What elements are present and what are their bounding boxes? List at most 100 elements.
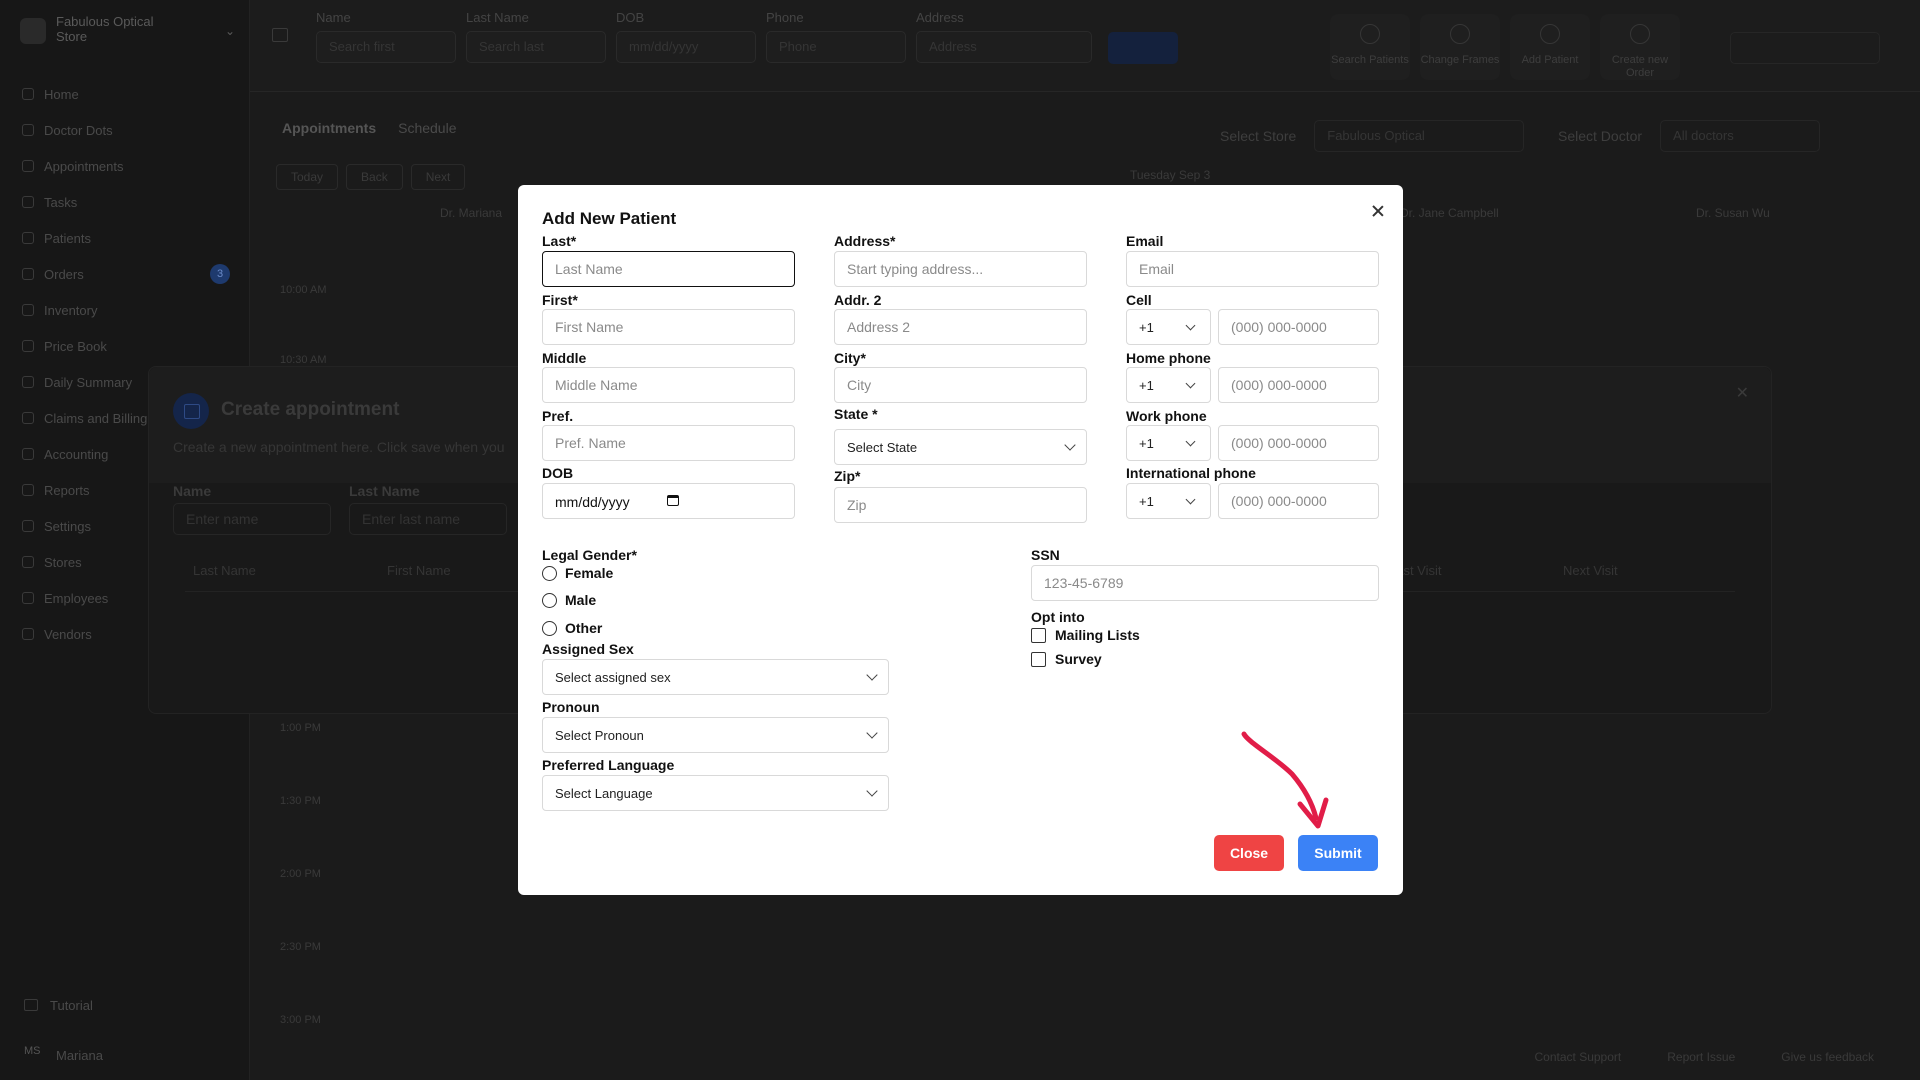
close-icon[interactable]: [1368, 201, 1388, 221]
select-store-dropdown[interactable]: Fabulous Optical: [1314, 120, 1525, 152]
select-doctor-dropdown[interactable]: All doctors: [1660, 120, 1821, 152]
radio-button[interactable]: [542, 592, 557, 608]
zip-input[interactable]: [834, 487, 1087, 523]
gender-option-female[interactable]: Female: [542, 565, 613, 581]
cell-country-code[interactable]: +1: [1126, 309, 1211, 345]
glasses-icon: [1450, 24, 1470, 44]
address-input[interactable]: [834, 251, 1087, 287]
assigned-sex-select[interactable]: Select assigned sex: [542, 659, 889, 695]
feedback-link[interactable]: Give us feedback: [1781, 1050, 1874, 1064]
search-patients-button[interactable]: Search Patients: [1330, 14, 1410, 80]
city-input[interactable]: [834, 367, 1087, 403]
store-selector[interactable]: Fabulous Optical Store ⌄: [20, 14, 235, 50]
store-sub: Store: [56, 29, 88, 44]
next-button[interactable]: Next: [410, 164, 466, 190]
work-phone-input[interactable]: [1218, 425, 1379, 461]
vendors-icon: [22, 628, 34, 640]
email-input[interactable]: [1126, 251, 1379, 287]
top-right-field[interactable]: [1730, 32, 1880, 64]
pref-name-input[interactable]: [542, 425, 795, 461]
state-select-value: Select State: [847, 439, 918, 455]
user-icon: [22, 232, 34, 244]
annotation-arrow-icon: [1241, 731, 1329, 829]
international-country-code[interactable]: +1: [1126, 483, 1211, 519]
sidebar-item-orders[interactable]: Orders 3: [14, 256, 244, 292]
sidebar-item-appointments[interactable]: Appointments: [14, 148, 244, 184]
time-slot: 2:30 PM: [280, 941, 321, 953]
gender-option-male[interactable]: Male: [542, 592, 596, 608]
tab-schedule[interactable]: Schedule: [398, 120, 456, 136]
home-phone-input[interactable]: [1218, 367, 1379, 403]
day-buttons: Today Back Next: [276, 164, 466, 190]
back-button[interactable]: Back: [346, 164, 403, 190]
gender-option-other[interactable]: Other: [542, 620, 602, 636]
doctor-column-2: Dr. Jane Campbell: [1400, 206, 1499, 220]
international-phone-input[interactable]: [1218, 483, 1379, 519]
time-slot: 10:30 AM: [280, 354, 327, 366]
chevron-down-icon: [1185, 320, 1196, 331]
contact-support-link[interactable]: Contact Support: [1535, 1050, 1622, 1064]
tab-appointments[interactable]: Appointments: [282, 120, 376, 136]
opt-survey[interactable]: Survey: [1031, 651, 1102, 667]
submit-button[interactable]: Submit: [1298, 835, 1378, 871]
ssn-input[interactable]: [1031, 565, 1379, 601]
pronoun-select[interactable]: Select Pronoun: [542, 717, 889, 753]
close-button[interactable]: Close: [1214, 835, 1284, 871]
sidebar-item-inventory[interactable]: Inventory: [14, 292, 244, 328]
sidebar-item-tasks[interactable]: Tasks: [14, 184, 244, 220]
cell-phone-input[interactable]: [1218, 309, 1379, 345]
address-2-label: Addr. 2: [834, 292, 882, 308]
chevron-down-icon: [866, 785, 878, 797]
filter-name-input[interactable]: Search first: [316, 31, 456, 63]
dob-input[interactable]: mm/dd/yyyy: [542, 483, 795, 519]
checkbox[interactable]: [1031, 651, 1046, 667]
last-name-input[interactable]: [542, 251, 795, 287]
user-menu[interactable]: MS Mariana: [24, 1030, 234, 1080]
sidebar-item-home[interactable]: Home: [14, 76, 244, 112]
filter-dob-input[interactable]: mm/dd/yyyy: [616, 31, 756, 63]
report-issue-link[interactable]: Report Issue: [1667, 1050, 1735, 1064]
create-order-button[interactable]: Create new Order: [1600, 14, 1680, 80]
appointment-name-input[interactable]: Enter name: [173, 503, 331, 535]
middle-name-input[interactable]: [542, 367, 795, 403]
search-button[interactable]: [1108, 32, 1178, 64]
calendar-icon[interactable]: [667, 495, 679, 506]
filter-address: Address Address: [916, 10, 1092, 63]
filter-last-input[interactable]: Search last: [466, 31, 606, 63]
radio-button[interactable]: [542, 620, 557, 636]
store-logo-icon: [20, 18, 46, 44]
sidebar-item-price-book[interactable]: Price Book: [14, 328, 244, 364]
tutorial-link[interactable]: Tutorial: [24, 980, 234, 1030]
filter-address-input[interactable]: Address: [916, 31, 1092, 63]
filter-phone-input[interactable]: Phone: [766, 31, 906, 63]
appointment-last-input[interactable]: Enter last name: [349, 503, 507, 535]
cart-icon: [22, 268, 34, 280]
doctor-column-1: Dr. Mariana: [440, 206, 503, 220]
preferred-language-select[interactable]: Select Language: [542, 775, 889, 811]
change-frames-button[interactable]: Change Frames: [1420, 14, 1500, 80]
opt-mailing-lists[interactable]: Mailing Lists: [1031, 627, 1140, 643]
sidebar-item-patients[interactable]: Patients: [14, 220, 244, 256]
chevron-down-icon: [1064, 439, 1076, 451]
main-tabs: Appointments Schedule: [282, 120, 457, 136]
close-icon[interactable]: ✕: [1736, 383, 1749, 403]
radio-button[interactable]: [542, 565, 557, 581]
state-select[interactable]: Select State: [834, 429, 1087, 465]
appointment-name-label: Name: [173, 483, 212, 499]
home-country-code[interactable]: +1: [1126, 367, 1211, 403]
appointment-dialog-title: Create appointment: [221, 399, 400, 420]
avatar: MS: [24, 1045, 41, 1057]
sidebar-toggle-icon[interactable]: [272, 28, 288, 42]
today-button[interactable]: Today: [276, 164, 339, 190]
add-patient-button[interactable]: Add Patient: [1510, 14, 1590, 80]
assigned-sex-label: Assigned Sex: [542, 641, 634, 657]
work-country-code[interactable]: +1: [1126, 425, 1211, 461]
chevron-down-icon: [866, 727, 878, 739]
checkbox[interactable]: [1031, 627, 1046, 643]
sidebar-item-doctor-dots[interactable]: Doctor Dots: [14, 112, 244, 148]
store-icon: [22, 556, 34, 568]
preferred-language-label: Preferred Language: [542, 757, 675, 773]
first-name-input[interactable]: [542, 309, 795, 345]
chevron-down-icon: [1185, 494, 1196, 505]
address-2-input[interactable]: [834, 309, 1087, 345]
